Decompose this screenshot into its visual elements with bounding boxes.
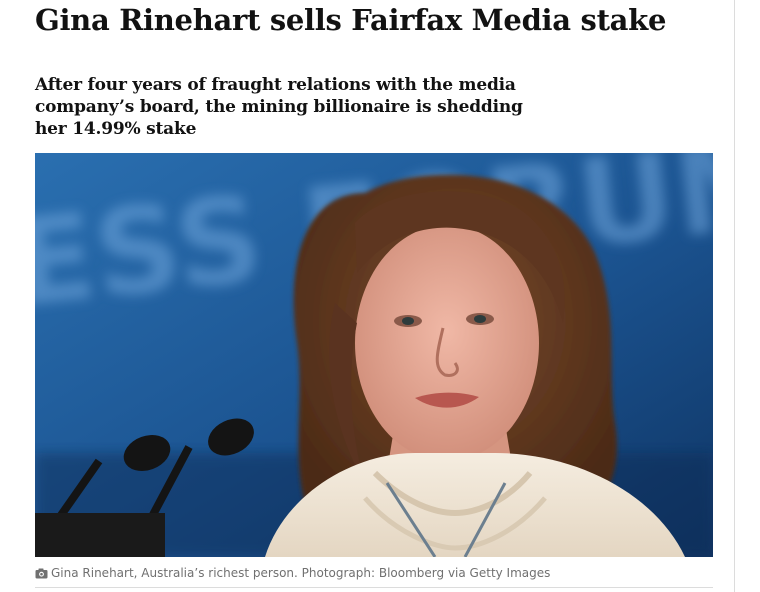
column-divider: [734, 0, 735, 592]
article-page: Gina Rinehart sells Fairfax Media stake …: [0, 0, 760, 592]
photo-illustration: ESS FORUM: [35, 153, 713, 557]
article-headline: Gina Rinehart sells Fairfax Media stake: [35, 3, 667, 37]
camera-icon: [35, 567, 48, 583]
caption-divider: [35, 587, 713, 588]
photo-caption: Gina Rinehart, Australia’s richest perso…: [35, 565, 713, 583]
article-photo: ESS FORUM: [35, 153, 713, 557]
article-standfirst: After four years of fraught relations wi…: [35, 75, 523, 139]
caption-text: Gina Rinehart, Australia’s richest perso…: [51, 566, 551, 580]
